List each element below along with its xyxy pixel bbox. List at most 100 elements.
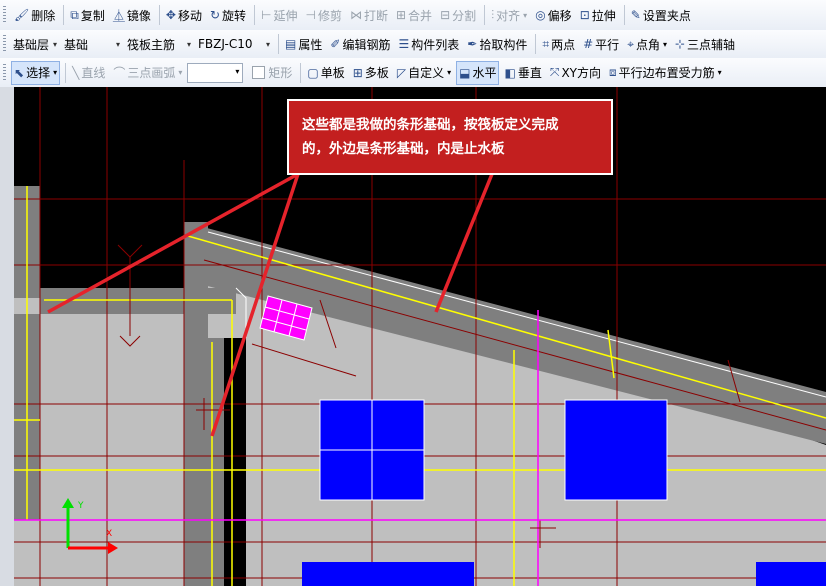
break-icon: ⋈ xyxy=(349,8,362,22)
toolbar-separator xyxy=(535,34,537,54)
stretch-button[interactable]: ⊡ 拉伸 xyxy=(577,4,619,26)
three-point-axis-button[interactable]: ⊹ 三点辅轴 xyxy=(672,33,738,55)
copy-label: 复制 xyxy=(80,8,105,23)
trim-label: 修剪 xyxy=(317,8,342,23)
delete-button[interactable]: 🖌 删除 xyxy=(11,4,58,26)
component-type-dropdown[interactable]: 筏板主筋 ▾ xyxy=(125,34,193,54)
split-icon: ⊟ xyxy=(440,8,451,22)
mirror-label: 镜像 xyxy=(126,8,151,23)
move-button[interactable]: ✥ 移动 xyxy=(163,4,205,26)
select-button[interactable]: ⬉ 选择 ▾ xyxy=(11,60,61,85)
break-label: 打断 xyxy=(363,8,388,23)
trim-icon: ⊣ xyxy=(305,8,316,22)
three-point-arc-button[interactable]: ⌒ 三点画弧 ▾ xyxy=(110,62,185,84)
stretch-icon: ⊡ xyxy=(579,8,590,22)
extend-button[interactable]: ⊢ 延伸 xyxy=(258,4,300,26)
toolbar-grip[interactable] xyxy=(3,35,6,53)
parallel-edge-rebar-label: 平行边布置受力筋 xyxy=(618,66,715,80)
parallel-icon: # xyxy=(583,37,594,51)
vertical-button[interactable]: ◧ 垂直 xyxy=(501,62,544,84)
offset-icon: ◎ xyxy=(535,8,546,22)
component-name-dropdown[interactable]: FBZJ-C10 ▾ xyxy=(196,34,272,54)
line-button[interactable]: ╲ 直线 xyxy=(69,62,108,84)
chevron-down-icon: ▾ xyxy=(523,10,528,20)
category-dropdown[interactable]: 基础 ▾ xyxy=(62,34,122,54)
custom-icon: ◸ xyxy=(396,65,407,80)
properties-label: 属性 xyxy=(298,37,323,52)
two-point-label: 两点 xyxy=(551,37,576,52)
two-point-button[interactable]: ⌗ 两点 xyxy=(539,33,578,55)
xy-direction-button[interactable]: ⤧ XY方向 xyxy=(547,62,604,84)
arc-icon: ⌒ xyxy=(113,66,126,80)
multi-slab-label: 多板 xyxy=(364,66,389,80)
extend-label: 延伸 xyxy=(273,8,298,23)
split-button[interactable]: ⊟ 分割 xyxy=(437,4,479,26)
multi-slab-button[interactable]: ⊞ 多板 xyxy=(350,62,392,84)
edit-rebar-icon: ✐ xyxy=(330,37,341,51)
edit-rebar-button[interactable]: ✐ 编辑钢筋 xyxy=(327,33,393,55)
copy-button[interactable]: ⧉ 复制 xyxy=(67,4,108,26)
axis-icon: ⊹ xyxy=(674,37,686,51)
rotate-button[interactable]: ↻ 旋转 xyxy=(207,4,249,26)
strip-foundation-corner xyxy=(184,222,208,338)
delete-label: 删除 xyxy=(31,8,56,23)
toolbar-grip[interactable] xyxy=(3,6,6,24)
properties-icon: ▤ xyxy=(285,37,297,51)
component-toolbar: 基础层 ▾ 基础 ▾ 筏板主筋 ▾ FBZJ-C10 ▾ ▤ 属性 ✐ 编辑钢筋 ☰ 构件列表 ✒ 拾… xyxy=(0,30,826,59)
y-axis-label: Y xyxy=(77,501,84,511)
line-icon: ╲ xyxy=(72,65,80,80)
three-point-axis-label: 三点辅轴 xyxy=(687,37,736,52)
move-label: 移动 xyxy=(177,8,202,23)
mirror-icon: ⏅ xyxy=(112,8,125,23)
xy-direction-label: XY方向 xyxy=(561,66,601,80)
merge-label: 合并 xyxy=(408,8,433,23)
merge-icon: ⊞ xyxy=(395,8,407,22)
draw-toolbar: ⬉ 选择 ▾ ╲ 直线 ⌒ 三点画弧 ▾ ▾ 矩形 ▢ 单板 ⊞ 多板 ◸ 自定义 ▾ ⬓ 水平 ◧ 垂直 ⤧ X… xyxy=(0,58,826,88)
floor-dropdown[interactable]: 基础层 ▾ xyxy=(11,34,59,54)
align-icon: ⫶ xyxy=(491,7,495,22)
parallel-edge-rebar-button[interactable]: ⧈ 平行边布置受力筋 ▾ xyxy=(606,62,725,84)
chevron-down-icon: ▾ xyxy=(662,39,667,49)
offset-label: 偏移 xyxy=(547,8,572,23)
offset-button[interactable]: ◎ 偏移 xyxy=(532,4,575,26)
point-angle-button[interactable]: ⌖ 点角 ▾ xyxy=(624,33,670,55)
left-dock-bar xyxy=(0,87,14,586)
custom-button[interactable]: ◸ 自定义 ▾ xyxy=(394,62,454,84)
toolbar-separator xyxy=(63,5,65,25)
split-label: 分割 xyxy=(452,8,477,23)
single-slab-button[interactable]: ▢ 单板 xyxy=(304,62,347,84)
break-button[interactable]: ⋈ 打断 xyxy=(347,4,391,26)
properties-button[interactable]: ▤ 属性 xyxy=(282,33,325,55)
horizontal-button[interactable]: ⬓ 水平 xyxy=(456,60,500,85)
grip-icon: ✎ xyxy=(630,8,641,22)
set-grip-button[interactable]: ✎ 设置夹点 xyxy=(628,4,694,26)
extend-icon: ⊢ xyxy=(261,8,272,22)
set-grip-label: 设置夹点 xyxy=(642,8,691,23)
align-button[interactable]: ⫶ 对齐 ▾ xyxy=(488,4,530,26)
point-angle-label: 点角 xyxy=(635,37,660,52)
edit-rebar-label: 编辑钢筋 xyxy=(342,37,391,52)
toolbar-grip[interactable] xyxy=(3,63,6,82)
merge-button[interactable]: ⊞ 合并 xyxy=(393,4,435,26)
rectangle-button[interactable]: 矩形 xyxy=(249,62,295,84)
horizontal-label: 水平 xyxy=(472,66,497,80)
single-slab-icon: ▢ xyxy=(307,65,319,80)
eyedropper-icon: ✒ xyxy=(467,37,478,51)
pick-component-button[interactable]: ✒ 拾取构件 xyxy=(464,33,530,55)
list-icon: ☰ xyxy=(398,37,410,51)
arc-option-combo[interactable]: ▾ xyxy=(187,62,244,83)
trim-button[interactable]: ⊣ 修剪 xyxy=(303,4,345,26)
multi-slab-icon: ⊞ xyxy=(352,65,363,80)
align-label: 对齐 xyxy=(496,8,521,23)
rotate-label: 旋转 xyxy=(222,8,247,23)
x-axis-label: X xyxy=(106,529,112,539)
mirror-button[interactable]: ⏅ 镜像 xyxy=(110,4,154,26)
delete-icon: 🖌 xyxy=(14,8,30,22)
rectangle-icon xyxy=(252,66,266,79)
xy-direction-icon: ⤧ xyxy=(549,65,560,79)
copy-icon: ⧉ xyxy=(70,7,79,22)
component-list-button[interactable]: ☰ 构件列表 xyxy=(395,33,462,55)
parallel-button[interactable]: # 平行 xyxy=(580,33,622,55)
vertical-icon: ◧ xyxy=(504,65,516,80)
vertical-label: 垂直 xyxy=(517,66,542,80)
